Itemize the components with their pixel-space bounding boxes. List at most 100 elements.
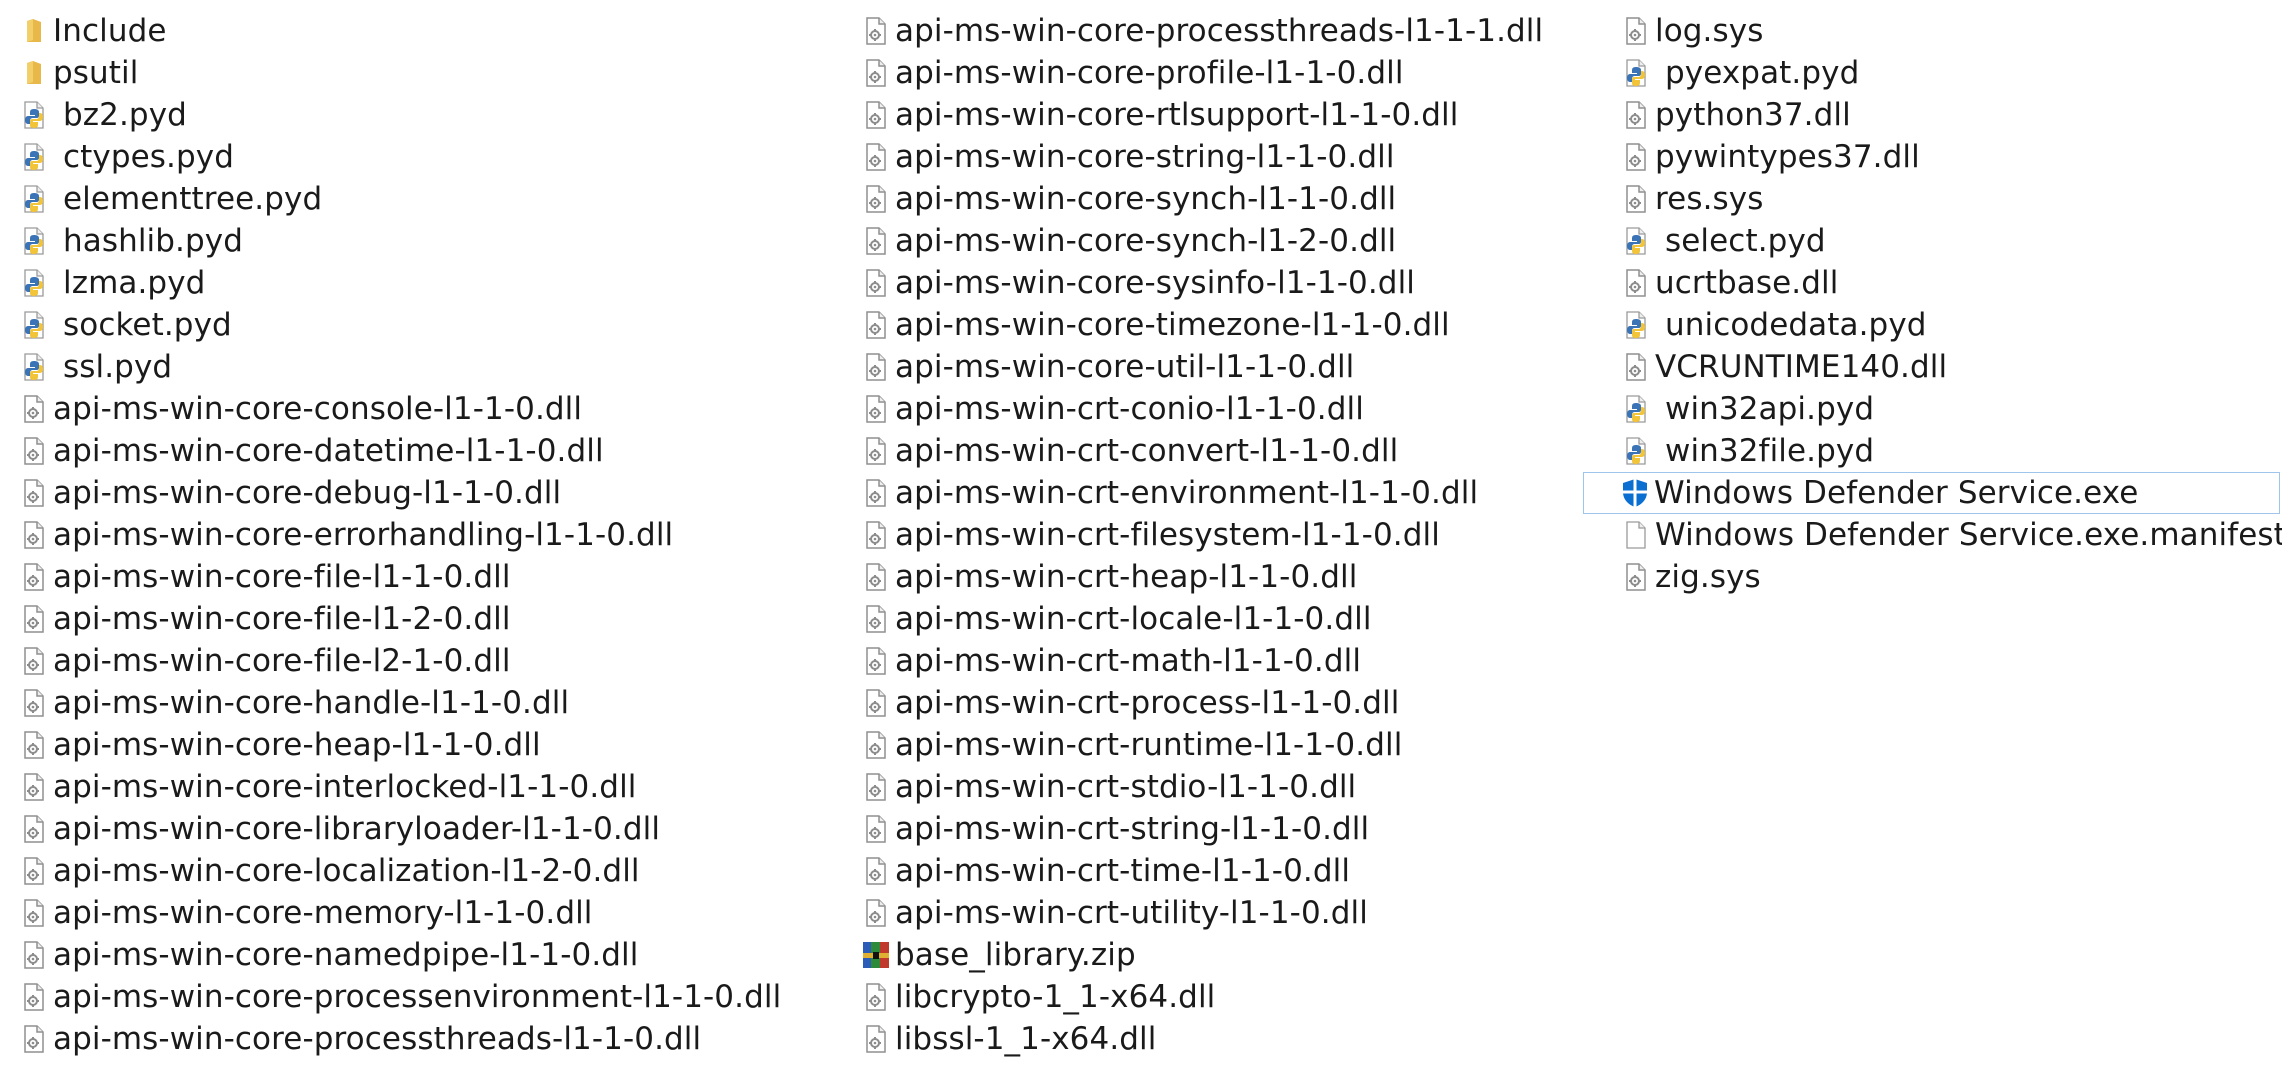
file-item-base-library-zip[interactable]: base_library.zip — [860, 934, 1544, 976]
file-item-api-ms-win-core-file-l1-1-0-dll[interactable]: api-ms-win-core-file-l1-1-0.dll — [18, 556, 782, 598]
system-file-icon — [861, 1024, 891, 1054]
file-name: api-ms-win-crt-time-l1-1-0.dll — [895, 853, 1351, 889]
file-item-win32file-pyd[interactable]: win32file.pyd — [1620, 430, 2282, 472]
file-name: api-ms-win-crt-string-l1-1-0.dll — [895, 811, 1370, 847]
file-item-api-ms-win-crt-math-l1-1-0-dll[interactable]: api-ms-win-crt-math-l1-1-0.dll — [860, 640, 1544, 682]
file-column-3: log.sys pyexpat.pyd python37.dll pywintypes… — [1583, 10, 2282, 598]
file-item-python37-dll[interactable]: python37.dll — [1620, 94, 2282, 136]
file-item-api-ms-win-crt-process-l1-1-0-dll[interactable]: api-ms-win-crt-process-l1-1-0.dll — [860, 682, 1544, 724]
file-item-api-ms-win-crt-conio-l1-1-0-dll[interactable]: api-ms-win-crt-conio-l1-1-0.dll — [860, 388, 1544, 430]
shield-icon — [1620, 478, 1650, 508]
system-file-icon — [1621, 268, 1651, 298]
file-item-log-sys[interactable]: log.sys — [1620, 10, 2282, 52]
file-item-win32api-pyd[interactable]: win32api.pyd — [1620, 388, 2282, 430]
file-item-api-ms-win-core-string-l1-1-0-dll[interactable]: api-ms-win-core-string-l1-1-0.dll — [860, 136, 1544, 178]
file-item-api-ms-win-crt-string-l1-1-0-dll[interactable]: api-ms-win-crt-string-l1-1-0.dll — [860, 808, 1544, 850]
file-item-libcrypto-1-1-x64-dll[interactable]: libcrypto-1_1-x64.dll — [860, 976, 1544, 1018]
file-item-unicodedata-pyd[interactable]: unicodedata.pyd — [1620, 304, 2282, 346]
file-item-api-ms-win-crt-time-l1-1-0-dll[interactable]: api-ms-win-crt-time-l1-1-0.dll — [860, 850, 1544, 892]
file-item-api-ms-win-core-console-l1-1-0-dll[interactable]: api-ms-win-core-console-l1-1-0.dll — [18, 388, 782, 430]
file-item-api-ms-win-core-processenvironment-l1-1-0-dll[interactable]: api-ms-win-core-processenvironment-l1-1-… — [18, 976, 782, 1018]
file-item-api-ms-win-core-handle-l1-1-0-dll[interactable]: api-ms-win-core-handle-l1-1-0.dll — [18, 682, 782, 724]
file-item-api-ms-win-crt-heap-l1-1-0-dll[interactable]: api-ms-win-crt-heap-l1-1-0.dll — [860, 556, 1544, 598]
folder-icon — [19, 58, 49, 88]
file-item-api-ms-win-core-interlocked-l1-1-0-dll[interactable]: api-ms-win-core-interlocked-l1-1-0.dll — [18, 766, 782, 808]
file-item-api-ms-win-core-synch-l1-2-0-dll[interactable]: api-ms-win-core-synch-l1-2-0.dll — [860, 220, 1544, 262]
file-item-api-ms-win-core-file-l2-1-0-dll[interactable]: api-ms-win-core-file-l2-1-0.dll — [18, 640, 782, 682]
system-file-icon — [19, 814, 49, 844]
file-name: bz2.pyd — [63, 97, 187, 133]
file-item-api-ms-win-core-processthreads-l1-1-0-dll[interactable]: api-ms-win-core-processthreads-l1-1-0.dl… — [18, 1018, 782, 1060]
file-item-api-ms-win-core-timezone-l1-1-0-dll[interactable]: api-ms-win-core-timezone-l1-1-0.dll — [860, 304, 1544, 346]
system-file-icon — [19, 436, 49, 466]
file-item-api-ms-win-crt-locale-l1-1-0-dll[interactable]: api-ms-win-crt-locale-l1-1-0.dll — [860, 598, 1544, 640]
file-name: api-ms-win-crt-runtime-l1-1-0.dll — [895, 727, 1403, 763]
file-item-select-pyd[interactable]: select.pyd — [1620, 220, 2282, 262]
file-item-libssl-1-1-x64-dll[interactable]: libssl-1_1-x64.dll — [860, 1018, 1544, 1060]
file-item-api-ms-win-crt-filesystem-l1-1-0-dll[interactable]: api-ms-win-crt-filesystem-l1-1-0.dll — [860, 514, 1544, 556]
system-file-icon — [19, 688, 49, 718]
file-item-hashlib-pyd[interactable]: hashlib.pyd — [18, 220, 782, 262]
file-item-api-ms-win-core-datetime-l1-1-0-dll[interactable]: api-ms-win-core-datetime-l1-1-0.dll — [18, 430, 782, 472]
file-name: win32api.pyd — [1665, 391, 1875, 427]
file-item-api-ms-win-core-profile-l1-1-0-dll[interactable]: api-ms-win-core-profile-l1-1-0.dll — [860, 52, 1544, 94]
file-item-api-ms-win-crt-utility-l1-1-0-dll[interactable]: api-ms-win-crt-utility-l1-1-0.dll — [860, 892, 1544, 934]
file-item-api-ms-win-core-localization-l1-2-0-dll[interactable]: api-ms-win-core-localization-l1-2-0.dll — [18, 850, 782, 892]
file-item-bz2-pyd[interactable]: bz2.pyd — [18, 94, 782, 136]
file-item-api-ms-win-crt-convert-l1-1-0-dll[interactable]: api-ms-win-crt-convert-l1-1-0.dll — [860, 430, 1544, 472]
file-name: Windows Defender Service.exe.manifest — [1655, 517, 2282, 553]
file-name: api-ms-win-core-datetime-l1-1-0.dll — [53, 433, 604, 469]
folder-icon — [19, 16, 49, 46]
file-item-api-ms-win-crt-runtime-l1-1-0-dll[interactable]: api-ms-win-crt-runtime-l1-1-0.dll — [860, 724, 1544, 766]
file-item-lzma-pyd[interactable]: lzma.pyd — [18, 262, 782, 304]
file-item-api-ms-win-crt-environment-l1-1-0-dll[interactable]: api-ms-win-crt-environment-l1-1-0.dll — [860, 472, 1544, 514]
system-file-icon — [861, 352, 891, 382]
system-file-icon — [19, 898, 49, 928]
file-item-api-ms-win-core-util-l1-1-0-dll[interactable]: api-ms-win-core-util-l1-1-0.dll — [860, 346, 1544, 388]
python-file-icon — [1621, 436, 1651, 466]
file-item-socket-pyd[interactable]: socket.pyd — [18, 304, 782, 346]
file-item-zig-sys[interactable]: zig.sys — [1620, 556, 2282, 598]
file-item-api-ms-win-core-sysinfo-l1-1-0-dll[interactable]: api-ms-win-core-sysinfo-l1-1-0.dll — [860, 262, 1544, 304]
system-file-icon — [861, 16, 891, 46]
file-item-ssl-pyd[interactable]: ssl.pyd — [18, 346, 782, 388]
file-name: api-ms-win-core-libraryloader-l1-1-0.dll — [53, 811, 661, 847]
file-item-api-ms-win-core-debug-l1-1-0-dll[interactable]: api-ms-win-core-debug-l1-1-0.dll — [18, 472, 782, 514]
file-item-pywintypes37-dll[interactable]: pywintypes37.dll — [1620, 136, 2282, 178]
file-item-api-ms-win-core-file-l1-2-0-dll[interactable]: api-ms-win-core-file-l1-2-0.dll — [18, 598, 782, 640]
file-item-api-ms-win-core-libraryloader-l1-1-0-dll[interactable]: api-ms-win-core-libraryloader-l1-1-0.dll — [18, 808, 782, 850]
file-item-ctypes-pyd[interactable]: ctypes.pyd — [18, 136, 782, 178]
file-name: ucrtbase.dll — [1655, 265, 1839, 301]
file-name: ctypes.pyd — [63, 139, 235, 175]
file-item-ucrtbase-dll[interactable]: ucrtbase.dll — [1620, 262, 2282, 304]
file-item-vcruntime140-dll[interactable]: VCRUNTIME140.dll — [1620, 346, 2282, 388]
file-column-2: api-ms-win-core-processthreads-l1-1-1.dl… — [860, 10, 1544, 1060]
file-item-windows-defender-service-exe[interactable]: Windows Defender Service.exe — [1583, 472, 2280, 514]
file-item-psutil[interactable]: psutil — [18, 52, 782, 94]
file-item-include[interactable]: Include — [18, 10, 782, 52]
system-file-icon — [861, 436, 891, 466]
file-item-windows-defender-service-exe-manifest[interactable]: Windows Defender Service.exe.manifest — [1620, 514, 2282, 556]
python-file-icon — [19, 100, 49, 130]
file-item-res-sys[interactable]: res.sys — [1620, 178, 2282, 220]
file-item-api-ms-win-crt-stdio-l1-1-0-dll[interactable]: api-ms-win-crt-stdio-l1-1-0.dll — [860, 766, 1544, 808]
file-item-api-ms-win-core-processthreads-l1-1-1-dll[interactable]: api-ms-win-core-processthreads-l1-1-1.dl… — [860, 10, 1544, 52]
file-item-api-ms-win-core-synch-l1-1-0-dll[interactable]: api-ms-win-core-synch-l1-1-0.dll — [860, 178, 1544, 220]
system-file-icon — [19, 940, 49, 970]
file-name: api-ms-win-crt-locale-l1-1-0.dll — [895, 601, 1372, 637]
file-item-api-ms-win-core-namedpipe-l1-1-0-dll[interactable]: api-ms-win-core-namedpipe-l1-1-0.dll — [18, 934, 782, 976]
file-item-elementtree-pyd[interactable]: elementtree.pyd — [18, 178, 782, 220]
system-file-icon — [19, 772, 49, 802]
file-item-api-ms-win-core-errorhandling-l1-1-0-dll[interactable]: api-ms-win-core-errorhandling-l1-1-0.dll — [18, 514, 782, 556]
system-file-icon — [1621, 100, 1651, 130]
file-item-api-ms-win-core-memory-l1-1-0-dll[interactable]: api-ms-win-core-memory-l1-1-0.dll — [18, 892, 782, 934]
system-file-icon — [19, 604, 49, 634]
file-name: api-ms-win-crt-process-l1-1-0.dll — [895, 685, 1400, 721]
file-name: api-ms-win-core-localization-l1-2-0.dll — [53, 853, 640, 889]
file-item-api-ms-win-core-heap-l1-1-0-dll[interactable]: api-ms-win-core-heap-l1-1-0.dll — [18, 724, 782, 766]
file-item-api-ms-win-core-rtlsupport-l1-1-0-dll[interactable]: api-ms-win-core-rtlsupport-l1-1-0.dll — [860, 94, 1544, 136]
system-file-icon — [861, 478, 891, 508]
file-name: libssl-1_1-x64.dll — [895, 1021, 1157, 1057]
file-item-pyexpat-pyd[interactable]: pyexpat.pyd — [1620, 52, 2282, 94]
file-name: api-ms-win-crt-heap-l1-1-0.dll — [895, 559, 1358, 595]
